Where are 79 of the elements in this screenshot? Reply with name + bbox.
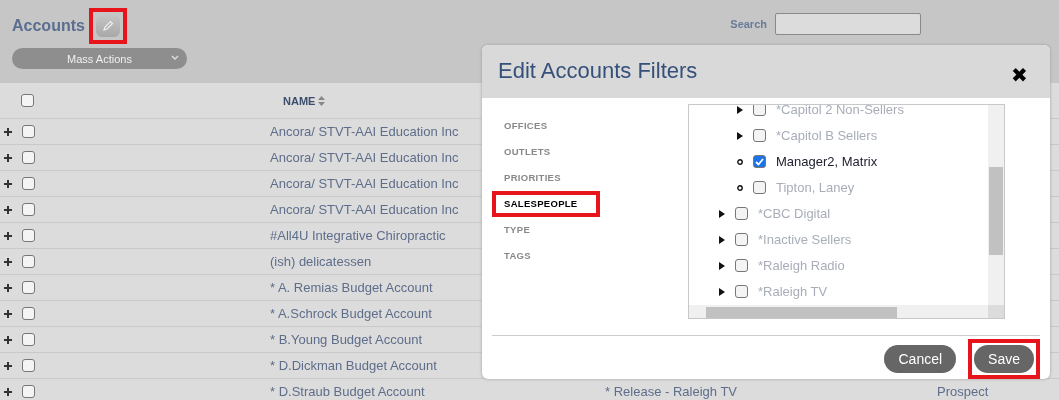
page-title: Accounts [12, 17, 85, 35]
table-cell: (ish) delicatessen [270, 254, 372, 269]
table-cell: * D.Dickman Budget Account [270, 358, 437, 373]
checkbox[interactable] [22, 255, 35, 268]
checkbox[interactable] [753, 155, 766, 169]
checkbox[interactable] [22, 359, 35, 372]
filter-tab[interactable]: TAGS [496, 246, 592, 265]
search-field[interactable] [775, 13, 921, 35]
bullet-icon [737, 157, 743, 166]
tree-item-label[interactable]: Tipton, Laney [776, 180, 855, 196]
table-cell: * D.Straub Budget Account [270, 384, 425, 399]
checkbox[interactable] [22, 229, 35, 242]
dialog-title: Edit Accounts Filters [498, 58, 698, 85]
table-cell: Prospect [937, 384, 989, 399]
filter-tab[interactable]: OFFICES [496, 116, 592, 135]
expand-arrow-icon[interactable] [737, 105, 743, 114]
filter-tab[interactable]: TYPE [496, 220, 592, 239]
expand-arrow-icon[interactable] [719, 235, 725, 244]
checkbox[interactable] [22, 385, 35, 398]
sort-icon[interactable] [318, 95, 326, 106]
checkbox[interactable] [735, 259, 748, 273]
tree-item-label[interactable]: *Capitol 2 Non-Sellers [776, 104, 904, 118]
horizontal-scrollbar[interactable] [689, 304, 988, 318]
table-cell: #All4U Integrative Chiropractic [270, 228, 446, 243]
filter-tab[interactable]: SALESPEOPLE [496, 194, 592, 213]
save-button[interactable]: Save [974, 345, 1034, 373]
expand-arrow-icon[interactable] [719, 287, 725, 296]
checkbox[interactable] [22, 333, 35, 346]
checkbox[interactable] [735, 233, 748, 247]
checkbox[interactable] [22, 307, 35, 320]
table-cell: * B.Young Budget Account [270, 332, 423, 347]
expand-arrow-icon[interactable] [737, 131, 743, 140]
vertical-scrollbar[interactable] [988, 104, 1004, 305]
plus-icon[interactable] [4, 231, 12, 240]
checkbox[interactable] [735, 285, 748, 299]
close-button[interactable]: ✖ [1011, 63, 1028, 88]
plus-icon[interactable] [4, 153, 12, 162]
plus-icon[interactable] [4, 257, 12, 266]
plus-icon[interactable] [4, 127, 12, 136]
tree-item-label[interactable]: Manager2, Matrix [776, 154, 878, 170]
plus-icon[interactable] [4, 309, 12, 318]
mass-actions-dropdown[interactable]: Mass Actions [12, 48, 187, 69]
plus-icon[interactable] [4, 361, 12, 370]
checkbox[interactable] [753, 104, 766, 117]
filter-tab[interactable]: PRIORITIES [496, 168, 592, 187]
checkbox[interactable] [753, 181, 766, 195]
checkbox[interactable] [735, 207, 748, 221]
bullet-icon [737, 183, 743, 192]
plus-icon[interactable] [4, 179, 12, 188]
table-cell: Ancora/ STVT-AAI Education Inc [270, 124, 459, 139]
plus-icon[interactable] [4, 205, 12, 214]
table-cell: * Release - Raleigh TV [605, 384, 737, 399]
checkbox[interactable] [22, 177, 35, 190]
tree-item-label[interactable]: *Raleigh TV [758, 284, 828, 300]
table-cell: Ancora/ STVT-AAI Education Inc [270, 202, 459, 217]
expand-arrow-icon[interactable] [719, 261, 725, 270]
table-cell: Ancora/ STVT-AAI Education Inc [270, 176, 459, 191]
checkbox[interactable] [21, 94, 34, 107]
expand-arrow-icon[interactable] [719, 209, 725, 218]
table-cell: Ancora/ STVT-AAI Education Inc [270, 150, 459, 165]
chevron-down-icon [171, 55, 179, 61]
checkbox[interactable] [753, 129, 766, 143]
table-cell: * A. Remias Budget Account [270, 280, 433, 295]
checkbox[interactable] [22, 281, 35, 294]
checkbox[interactable] [22, 151, 35, 164]
tree-item-label[interactable]: *Raleigh Radio [758, 258, 845, 274]
plus-icon[interactable] [4, 387, 12, 396]
checkbox[interactable] [22, 125, 35, 138]
plus-icon[interactable] [4, 283, 12, 292]
cancel-button[interactable]: Cancel [884, 345, 957, 373]
tree-item-label[interactable]: *CBC Digital [758, 206, 831, 222]
table-cell: * A.Schrock Budget Account [270, 306, 432, 321]
plus-icon[interactable] [4, 335, 12, 344]
tree-item-label[interactable]: *Inactive Sellers [758, 232, 852, 248]
filter-tab[interactable]: OUTLETS [496, 142, 592, 161]
pencil-icon [101, 20, 114, 32]
search-label: Search [730, 18, 767, 30]
checkbox[interactable] [22, 203, 35, 216]
tree-item-label[interactable]: *Capitol B Sellers [776, 128, 878, 144]
